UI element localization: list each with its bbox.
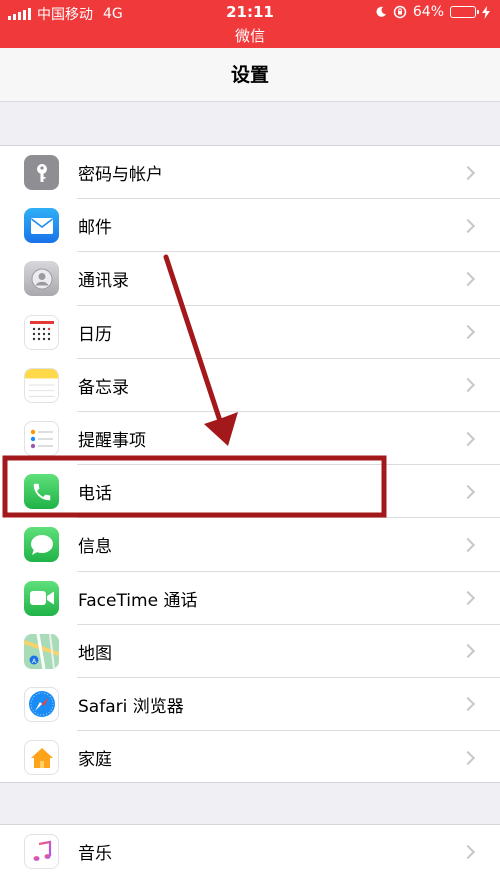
- phone-icon: [24, 474, 59, 510]
- settings-row-label: 备忘录: [78, 377, 129, 398]
- settings-row-label: Safari 浏览器: [78, 696, 184, 717]
- settings-row-contacts[interactable]: 通讯录: [0, 252, 500, 306]
- chevron-right-icon: [460, 378, 476, 393]
- safari-icon: [24, 686, 59, 722]
- music-icon: [24, 834, 59, 870]
- settings-group-media: 音乐: [0, 824, 500, 889]
- chevron-right-icon: [460, 644, 476, 659]
- battery-percent: 64%: [412, 4, 444, 20]
- settings-row-label: 日历: [78, 324, 112, 345]
- chevron-right-icon: [460, 697, 476, 712]
- settings-row-passwords-accounts[interactable]: 密码与帐户: [0, 146, 500, 200]
- contacts-icon: [24, 261, 59, 297]
- maps-icon: A: [24, 633, 59, 669]
- facetime-icon: [24, 580, 59, 616]
- settings-row-mail[interactable]: 邮件: [0, 199, 500, 253]
- status-subtitle[interactable]: 微信: [0, 25, 500, 46]
- status-bar: 中国移动 4G 21:11 微信 64%: [0, 0, 500, 48]
- chevron-right-icon: [460, 537, 476, 552]
- rotation-lock-icon: [393, 5, 407, 19]
- settings-row-label: 邮件: [78, 218, 112, 239]
- home-icon: [24, 740, 59, 776]
- messages-icon: [24, 527, 59, 563]
- chevron-right-icon: [460, 750, 476, 765]
- settings-row-reminders[interactable]: 提醒事项: [0, 412, 500, 466]
- nav-bar: 设置: [0, 48, 500, 102]
- chevron-right-icon: [460, 218, 476, 233]
- settings-row-notes[interactable]: 备忘录: [0, 359, 500, 413]
- chevron-right-icon: [460, 484, 476, 499]
- settings-row-messages[interactable]: 信息: [0, 518, 500, 572]
- settings-row-home[interactable]: 家庭: [0, 731, 500, 784]
- settings-row-label: 音乐: [78, 844, 112, 865]
- settings-row-label: 提醒事项: [78, 431, 146, 452]
- chevron-right-icon: [460, 271, 476, 287]
- settings-row-facetime[interactable]: FaceTime 通话: [0, 572, 500, 625]
- chevron-right-icon: [460, 591, 476, 606]
- reminders-icon: [24, 421, 59, 457]
- settings-row-label: 地图: [78, 643, 112, 664]
- settings-row-label: 通讯录: [78, 271, 129, 292]
- settings-row-safari[interactable]: Safari 浏览器: [0, 678, 500, 732]
- battery-icon: [450, 6, 479, 18]
- moon-icon: [376, 6, 386, 17]
- mail-icon: [24, 208, 59, 244]
- settings-row-music[interactable]: 音乐: [0, 825, 500, 878]
- settings-row-calendar[interactable]: 日历: [0, 306, 500, 359]
- charging-bolt-icon: [482, 5, 490, 19]
- calendar-icon: [24, 314, 59, 350]
- chevron-right-icon: [460, 844, 476, 859]
- page-title: 设置: [230, 64, 269, 86]
- settings-row-label: 密码与帐户: [78, 165, 163, 186]
- key-icon: [24, 155, 59, 191]
- settings-row-maps[interactable]: A 地图: [0, 625, 500, 679]
- settings-row-label: 家庭: [78, 750, 112, 771]
- notes-icon: [24, 367, 59, 403]
- chevron-right-icon: [460, 431, 476, 446]
- chevron-right-icon: [460, 325, 476, 340]
- settings-row-label: 电话: [78, 484, 112, 505]
- settings-row-label: FaceTime 通话: [78, 590, 198, 611]
- settings-row-label: 信息: [78, 537, 112, 558]
- status-right: 64%: [375, 4, 490, 20]
- settings-group-apps: 密码与帐户 邮件 通讯录 日历 备忘录 提醒事项 电话 信息 FaceTime …: [0, 145, 500, 783]
- settings-row-phone[interactable]: 电话: [0, 465, 500, 519]
- chevron-right-icon: [460, 165, 476, 180]
